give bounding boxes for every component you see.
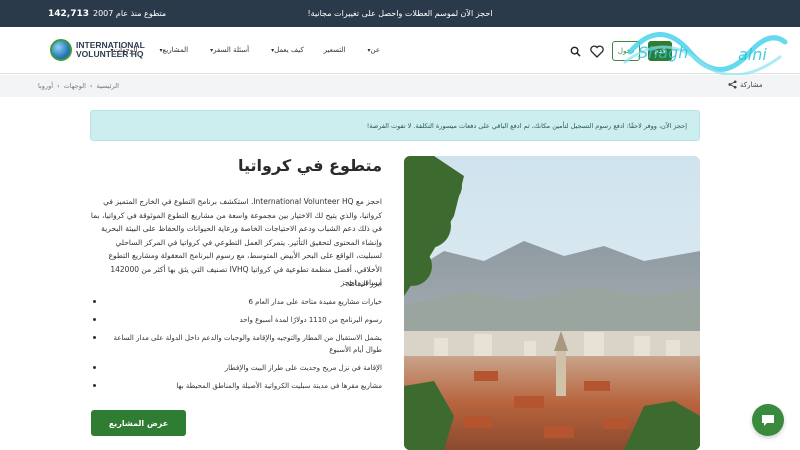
highlights-list: خيارات مشاريع مفيدة متاحة على مدار العام… (90, 296, 382, 398)
main-navigation: INTERNATIONAL VOLUNTEER HQ عن▾ التسعير ك… (0, 27, 800, 74)
nav-item-travel-faq[interactable]: أسئلة السفر▾ (208, 46, 249, 54)
breadcrumb-destinations[interactable]: الوجهات (64, 82, 86, 90)
breadcrumb-bar: الرئيسية › الوجهات › أوروبا مشاركة (0, 75, 800, 97)
login-button[interactable]: دخول (612, 41, 640, 61)
globe-icon (50, 39, 72, 61)
booking-notice: إحجز الآن، ووفر لاحقًا: ادفع رسوم التسجي… (90, 110, 700, 141)
split-city-photo (404, 156, 700, 450)
list-item: يشمل الاستقبال من المطار والتوجيه والإقا… (90, 332, 382, 356)
chat-button[interactable] (752, 404, 784, 436)
breadcrumb-europe[interactable]: أوروبا (38, 82, 53, 90)
intro-paragraph: احجز مع International Volunteer HQ. استك… (90, 197, 382, 287)
nav-item-how-it-works[interactable]: كيف يعمل▾ (269, 46, 304, 54)
highlights-heading: أبرز النقاط: (345, 279, 383, 288)
list-item: خيارات مشاريع مفيدة متاحة على مدار العام… (90, 296, 382, 308)
share-button[interactable]: مشاركة (728, 80, 763, 89)
nav-item-about[interactable]: عن▾ (365, 46, 380, 54)
apply-button[interactable]: قدم (648, 41, 672, 61)
promo-link[interactable]: احجز الآن لموسم العطلات واحصل على تغييرا… (0, 9, 800, 18)
list-item: الإقامة في نزل مريح وحديث على طراز البيت… (90, 362, 382, 374)
list-item: رسوم البرنامج من 1110 دولارًا لمدة أسبوع… (90, 314, 382, 326)
share-label: مشاركة (740, 80, 763, 89)
heart-icon[interactable] (590, 43, 604, 59)
share-icon (728, 80, 737, 89)
top-announcement-bar: متطوع منذ عام 2007 142,713 احجز الآن لمو… (0, 0, 800, 27)
search-icon[interactable] (568, 43, 582, 59)
list-item: مشاريع مقرها في مدينة سبليت الكرواتية ال… (90, 380, 382, 392)
breadcrumb: الرئيسية › الوجهات › أوروبا (38, 82, 119, 90)
nav-menu: عن▾ التسعير كيف يعمل▾ أسئلة السفر▾ المشا… (111, 46, 380, 54)
nav-item-destinations[interactable]: الوجهات▾ (109, 46, 138, 54)
chat-icon (762, 415, 774, 426)
view-projects-button[interactable]: عرض المشاريع (91, 410, 186, 436)
page-title: متطوع في كرواتيا (237, 156, 382, 175)
nav-item-projects[interactable]: المشاريع▾ (158, 46, 189, 54)
nav-item-pricing[interactable]: التسعير (324, 46, 346, 54)
breadcrumb-home[interactable]: الرئيسية (97, 82, 119, 90)
